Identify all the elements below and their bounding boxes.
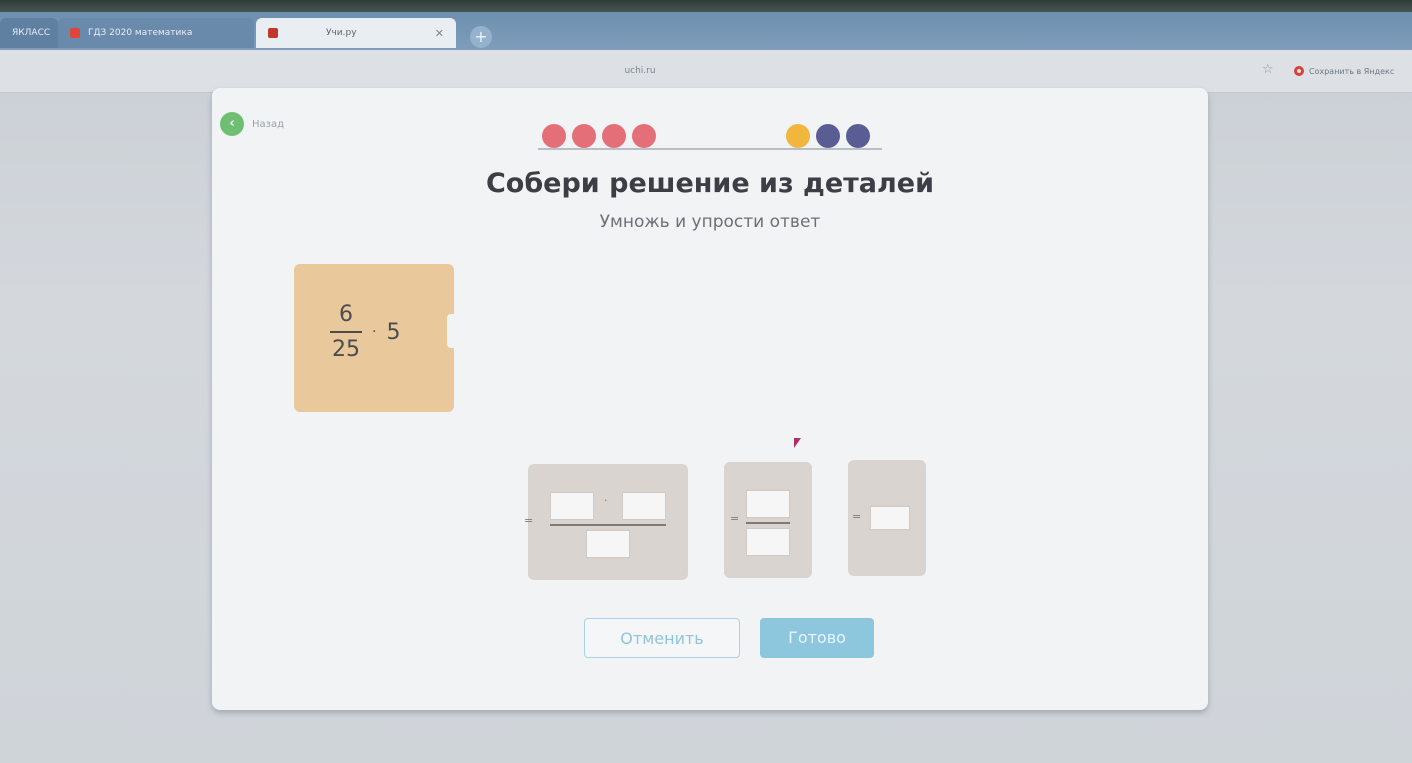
fraction-bar [550, 524, 666, 526]
progress-dot-completed [572, 124, 596, 148]
progress-line [538, 148, 882, 150]
extension-label: Сохранить в Яндекс [1309, 66, 1395, 76]
address-bar: uchi.ru ☆ Сохранить в Яндекс [0, 50, 1412, 93]
expression-piece[interactable]: 6 25 · 5 [294, 264, 461, 412]
bookmark-star-icon[interactable]: ☆ [1262, 62, 1274, 77]
fraction-bar [746, 522, 790, 524]
piece-notch [447, 314, 461, 348]
empty-box[interactable] [550, 492, 594, 520]
tab-label: ГДЗ 2020 математика [88, 28, 193, 38]
screen: ЯКЛАСС ГДЗ 2020 математика Учи.ру ✕ + uc… [0, 0, 1412, 763]
progress-indicator [538, 122, 882, 154]
back-button[interactable]: ‹ Назад [220, 112, 284, 136]
empty-box[interactable] [586, 530, 630, 558]
mouse-cursor-icon [794, 438, 801, 448]
progress-dot-current [786, 124, 810, 148]
yandex-save-extension[interactable]: Сохранить в Яндекс [1294, 62, 1394, 80]
tab-label: ЯКЛАСС [12, 28, 51, 38]
denominator: 25 [332, 337, 360, 362]
close-tab-icon[interactable]: ✕ [435, 27, 444, 40]
equals-sign: = [730, 512, 740, 525]
cancel-button[interactable]: Отменить [584, 618, 740, 658]
multiply-sign: · [604, 494, 608, 507]
done-button[interactable]: Готово [760, 618, 874, 658]
answer-slot-3[interactable]: = [848, 460, 926, 576]
fraction: 6 25 [330, 302, 362, 362]
empty-box[interactable] [746, 528, 790, 556]
new-tab-button[interactable]: + [470, 26, 492, 48]
empty-box[interactable] [870, 506, 910, 530]
equals-sign: = [852, 510, 862, 523]
numerator: 6 [339, 302, 353, 327]
progress-dot-pending [846, 124, 870, 148]
progress-dot-pending [816, 124, 840, 148]
browser-tab-bar: ЯКЛАСС ГДЗ 2020 математика Учи.ру ✕ + [0, 12, 1412, 50]
empty-box[interactable] [622, 492, 666, 520]
answer-slot-2[interactable]: = [724, 462, 812, 578]
progress-dot-completed [542, 124, 566, 148]
equals-sign: = [524, 514, 534, 527]
yandex-ring-icon [1294, 66, 1304, 76]
tab-label: Учи.ру [326, 28, 357, 38]
page-title: Собери решение из деталей [485, 168, 935, 199]
expression: 6 25 · 5 [330, 302, 400, 362]
chevron-left-icon: ‹ [220, 112, 244, 136]
tab-gdz[interactable]: ГДЗ 2020 математика [58, 18, 254, 48]
progress-dot-completed [632, 124, 656, 148]
fraction-bar [330, 331, 362, 333]
multiply-operator: · [372, 324, 377, 340]
answer-slot-1[interactable]: = · [524, 464, 688, 580]
multiplier: 5 [386, 319, 401, 345]
tab-yaklass[interactable]: ЯКЛАСС [0, 18, 58, 48]
favicon-icon [70, 28, 80, 38]
progress-dot-completed [602, 124, 626, 148]
page-subtitle: Умножь и упрости ответ [599, 212, 821, 232]
url-field[interactable]: uchi.ru [560, 62, 720, 80]
empty-box[interactable] [746, 490, 790, 518]
back-label: Назад [252, 118, 285, 130]
favicon-icon [268, 28, 278, 38]
tab-uchi-active[interactable]: Учи.ру ✕ [256, 18, 456, 48]
task-card: ‹ Назад Собери решение из деталей Умножь… [212, 88, 1208, 710]
